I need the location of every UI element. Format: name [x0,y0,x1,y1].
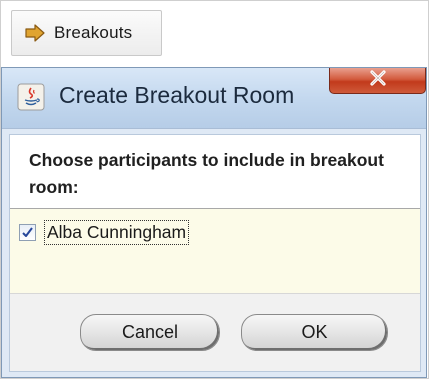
checkmark-icon [22,226,33,237]
dialog-titlebar[interactable]: Create Breakout Room [2,68,426,129]
instructions-text: Choose participants to include in breako… [29,150,384,197]
cancel-button[interactable]: Cancel [80,314,220,351]
create-breakout-room-dialog: Create Breakout Room Choose participants… [1,67,427,378]
participant-checkbox[interactable] [19,223,36,241]
arrow-right-icon [25,24,45,42]
participant-name: Alba Cunningham [44,219,190,245]
java-app-icon [17,83,45,116]
breakouts-button[interactable]: Breakouts [11,10,162,56]
dialog-title: Create Breakout Room [59,82,295,108]
dialog-content: Choose participants to include in breako… [9,134,421,372]
ok-button[interactable]: OK [241,314,388,351]
close-icon [369,70,387,91]
close-button[interactable] [329,68,426,94]
list-item[interactable]: Alba Cunningham [19,218,190,246]
dialog-footer: Cancel OK [10,294,420,371]
participants-list[interactable]: Alba Cunningham [10,209,420,293]
breakouts-label: Breakouts [54,23,133,42]
